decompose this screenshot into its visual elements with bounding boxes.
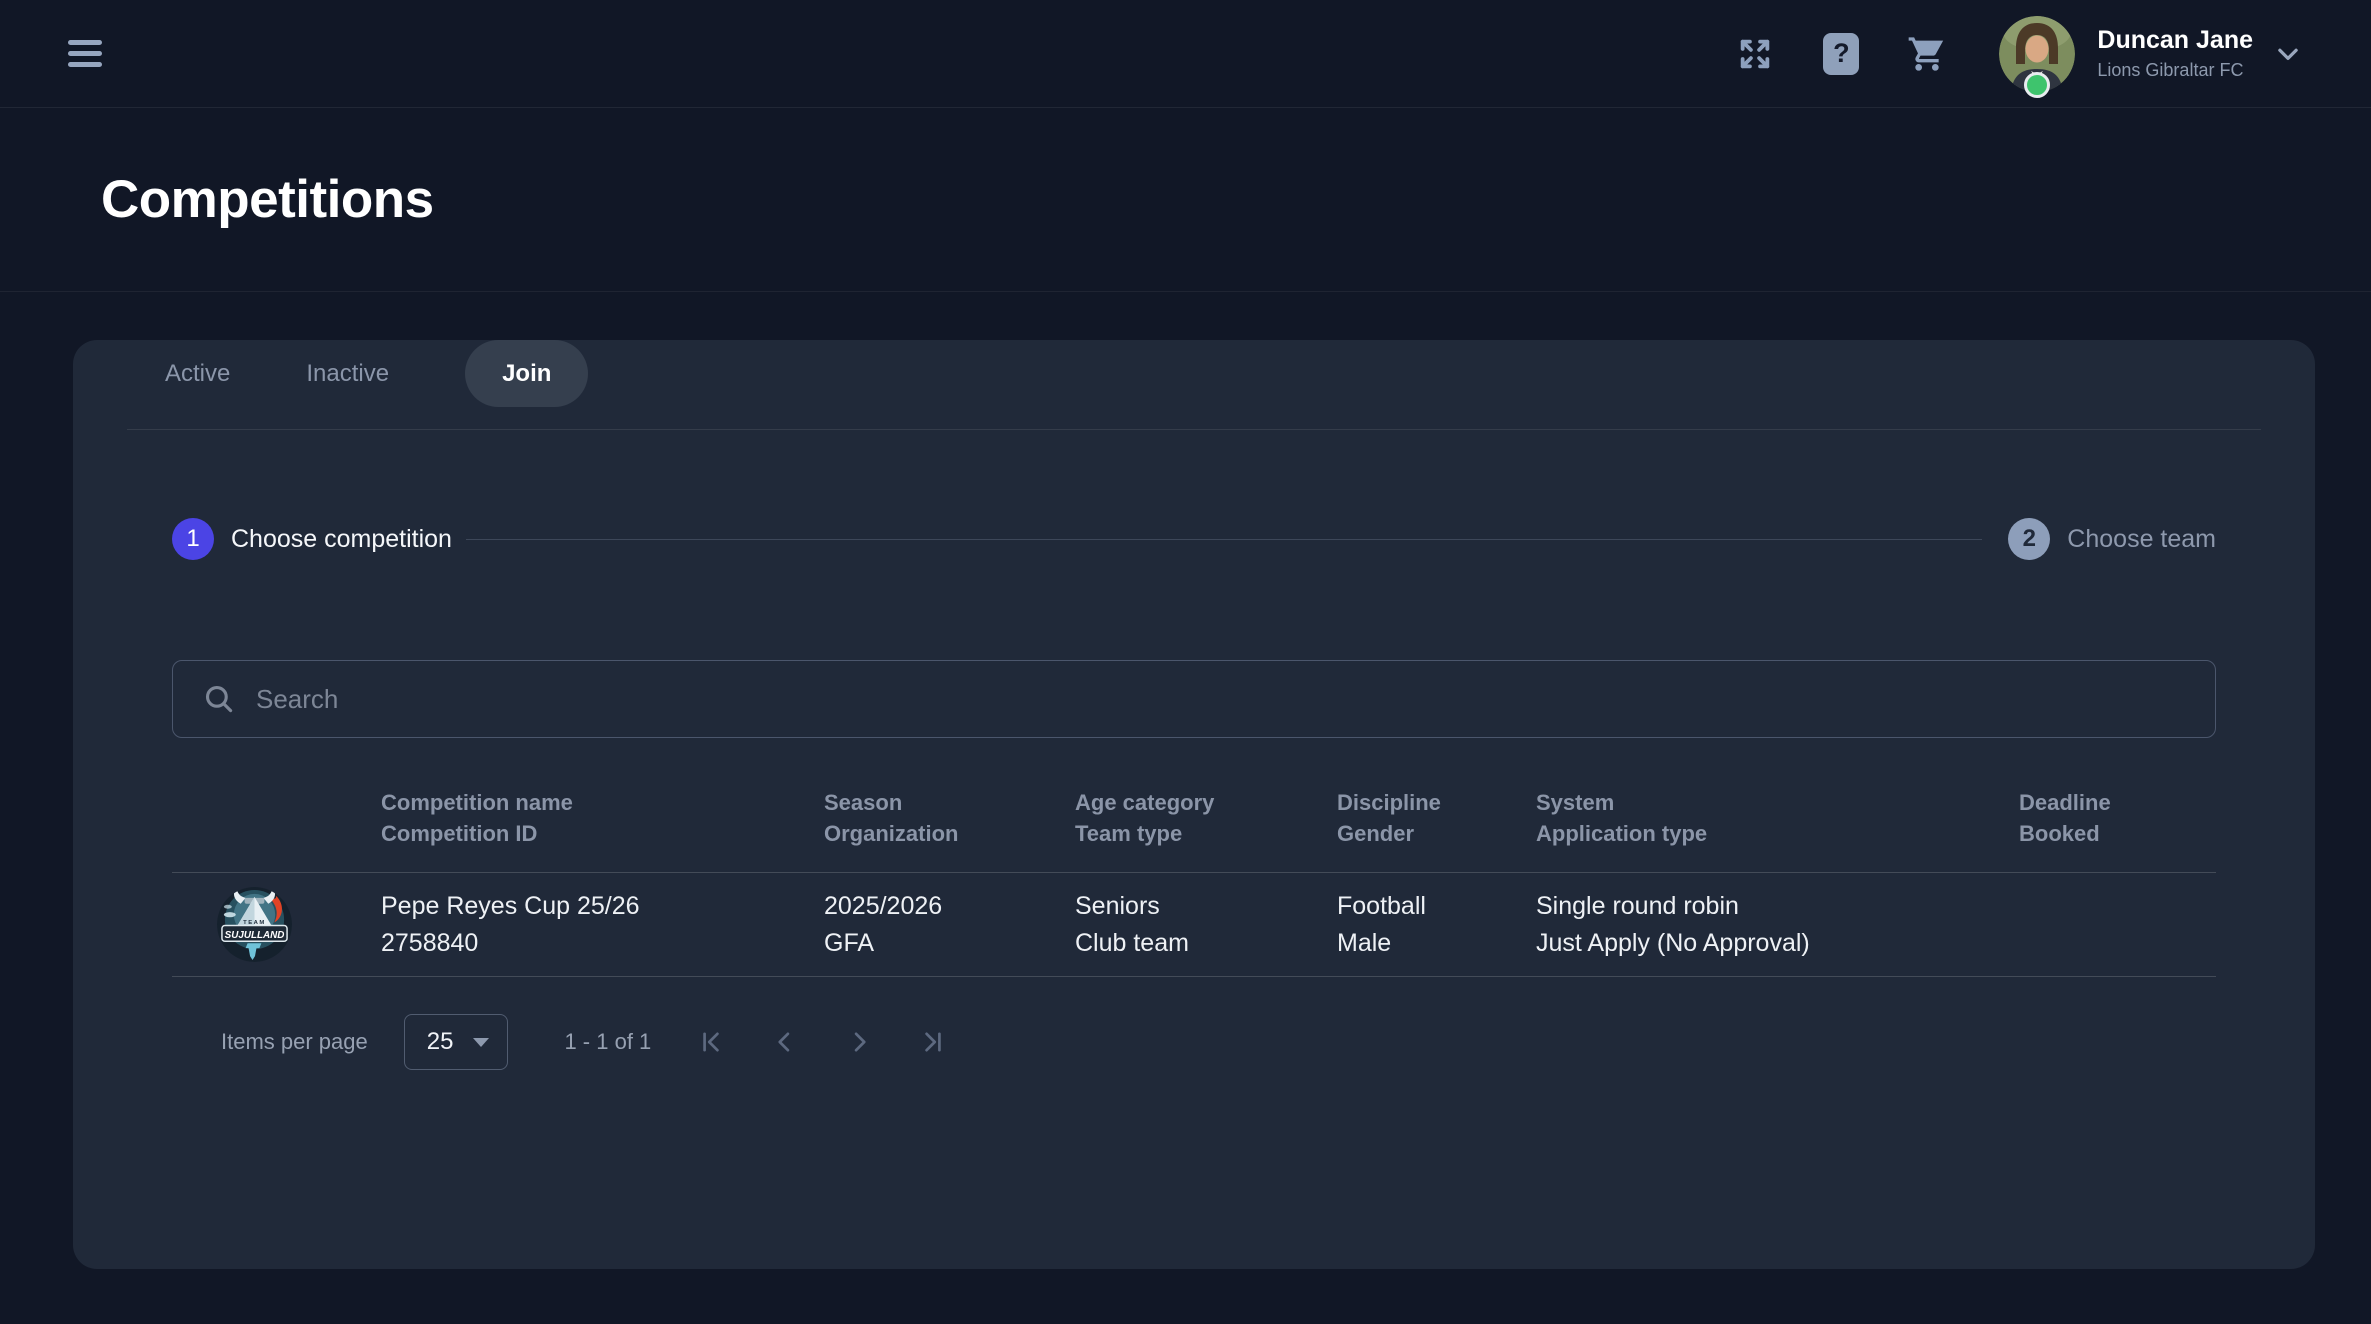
- team-logo: TEAM SUJULLAND: [217, 887, 292, 962]
- tab-divider: [127, 429, 2261, 430]
- next-page-icon: [845, 1028, 873, 1056]
- next-page-button[interactable]: [843, 1026, 875, 1058]
- competition-id: 2758840: [381, 925, 824, 962]
- step-choose-team: 2 Choose team: [2008, 518, 2216, 560]
- caret-down-icon: [473, 1038, 489, 1047]
- pagination-controls: [695, 1026, 949, 1058]
- discipline: Football: [1337, 888, 1536, 925]
- online-status-dot: [2024, 72, 2050, 98]
- first-page-button[interactable]: [695, 1026, 727, 1058]
- tab-inactive[interactable]: Inactive: [306, 360, 389, 388]
- stepper-connector-line: [466, 539, 1982, 540]
- stepper: 1 Choose competition 2 Choose team: [172, 518, 2216, 560]
- step-1-label: Choose competition: [231, 525, 452, 554]
- menu-bar: [68, 51, 102, 56]
- header-deadline: Deadline Booked: [2019, 787, 2216, 849]
- user-menu[interactable]: Duncan Jane Lions Gibraltar FC: [2097, 25, 2253, 82]
- competitions-table: Competition name Competition ID Season O…: [172, 787, 2216, 977]
- topbar: ? Duncan Jane Lion: [0, 0, 2371, 108]
- user-avatar[interactable]: [1999, 16, 2075, 92]
- age-category: Seniors: [1075, 888, 1337, 925]
- header-competition: Competition name Competition ID: [381, 787, 824, 849]
- tab-bar: Active Inactive Join: [165, 340, 2261, 407]
- team-type: Club team: [1075, 925, 1337, 962]
- gender: Male: [1337, 925, 1536, 962]
- competition-name: Pepe Reyes Cup 25/26: [381, 888, 824, 925]
- previous-page-button[interactable]: [769, 1026, 801, 1058]
- help-icon: ?: [1823, 33, 1859, 75]
- competitions-card: Active Inactive Join 1 Choose competitio…: [73, 340, 2315, 1269]
- cart-button[interactable]: [1905, 32, 1949, 76]
- user-name: Duncan Jane: [2097, 25, 2253, 56]
- table-header-row: Competition name Competition ID Season O…: [172, 787, 2216, 873]
- search-box: [172, 660, 2216, 738]
- user-organization: Lions Gibraltar FC: [2097, 59, 2253, 82]
- items-per-page-label: Items per page: [221, 1029, 368, 1055]
- table-row[interactable]: TEAM SUJULLAND Pepe Reyes Cup 25/26 2758…: [172, 873, 2216, 977]
- svg-text:TEAM: TEAM: [243, 920, 266, 926]
- cell-system: Single round robin Just Apply (No Approv…: [1536, 888, 2019, 962]
- header-logo-column: [172, 787, 381, 849]
- cell-competition: Pepe Reyes Cup 25/26 2758840: [381, 888, 824, 962]
- user-menu-chevron[interactable]: [2269, 35, 2307, 73]
- page-header: Competitions: [0, 108, 2371, 292]
- chevron-down-icon: [2273, 39, 2303, 69]
- page-title: Competitions: [101, 169, 434, 230]
- step-2-indicator: 2: [2008, 518, 2050, 560]
- team-logo-cell: TEAM SUJULLAND: [172, 887, 381, 962]
- organization: GFA: [824, 925, 1075, 962]
- fullscreen-button[interactable]: [1733, 32, 1777, 76]
- tab-join[interactable]: Join: [465, 340, 588, 407]
- menu-bar: [68, 62, 102, 67]
- page-size-value: 25: [427, 1028, 454, 1056]
- header-age-category: Age category Team type: [1075, 787, 1337, 849]
- last-page-button[interactable]: [917, 1026, 949, 1058]
- season: 2025/2026: [824, 888, 1075, 925]
- system: Single round robin: [1536, 888, 2019, 925]
- search-input[interactable]: [173, 661, 2215, 737]
- main-content: Active Inactive Join 1 Choose competitio…: [0, 340, 2371, 1269]
- step-1-indicator: 1: [172, 518, 214, 560]
- step-2-label: Choose team: [2067, 525, 2216, 554]
- cell-age-category: Seniors Club team: [1075, 888, 1337, 962]
- cart-icon: [1907, 34, 1947, 74]
- page-range-label: 1 - 1 of 1: [564, 1029, 651, 1055]
- menu-bar: [68, 40, 102, 45]
- cell-discipline: Football Male: [1337, 888, 1536, 962]
- tab-active[interactable]: Active: [165, 360, 230, 388]
- svg-text:SUJULLAND: SUJULLAND: [225, 930, 285, 941]
- header-system: System Application type: [1536, 787, 2019, 849]
- step-choose-competition: 1 Choose competition: [172, 518, 452, 560]
- paginator: Items per page 25 1 - 1 of 1: [221, 1014, 2216, 1070]
- help-button[interactable]: ?: [1819, 32, 1863, 76]
- topbar-actions: ? Duncan Jane Lion: [1691, 16, 2307, 92]
- application-type: Just Apply (No Approval): [1536, 925, 2019, 962]
- header-discipline: Discipline Gender: [1337, 787, 1536, 849]
- header-season: Season Organization: [824, 787, 1075, 849]
- last-page-icon: [919, 1028, 947, 1056]
- page-size-select[interactable]: 25: [404, 1014, 509, 1070]
- first-page-icon: [697, 1028, 725, 1056]
- previous-page-icon: [771, 1028, 799, 1056]
- search-icon: [202, 682, 236, 716]
- fullscreen-icon: [1736, 35, 1774, 73]
- menu-icon[interactable]: [62, 34, 108, 73]
- cell-season: 2025/2026 GFA: [824, 888, 1075, 962]
